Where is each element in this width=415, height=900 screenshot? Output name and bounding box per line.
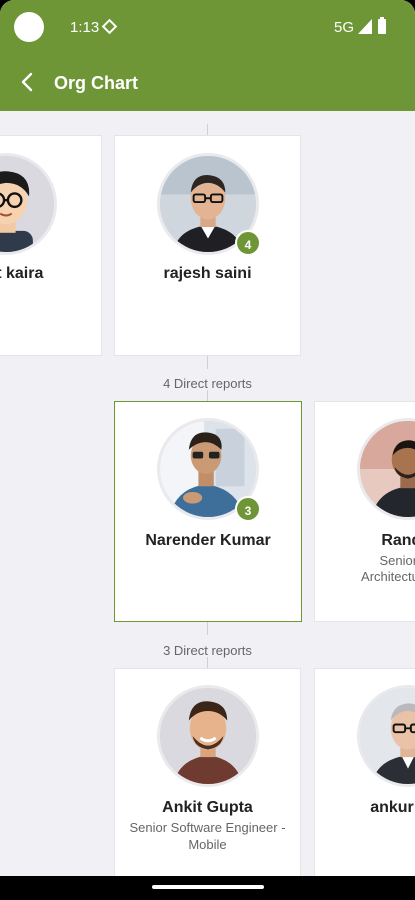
direct-reports-badge: 3 (235, 496, 261, 522)
connector-line (207, 621, 208, 635)
direct-reports-label: 4 Direct reports (163, 376, 252, 391)
employee-role: Senior Software Engineer - Mobile (129, 820, 286, 852)
employee-role: Architecture & S (361, 569, 415, 584)
cartoon-avatar-image (0, 156, 54, 252)
employee-card-ankur-kha[interactable]: ankur kha (314, 668, 415, 889)
status-time: 1:13 (70, 19, 100, 36)
network-type: 5G (334, 19, 355, 36)
profile-photo-image (360, 688, 415, 784)
direct-reports-badge: 4 (235, 230, 261, 256)
home-gesture-handle[interactable] (152, 885, 264, 889)
system-nav-bar (0, 876, 415, 900)
avatar (0, 153, 57, 255)
screen: 1:13 5G Org Chart kaira 4 rajesh saini 4… (0, 0, 415, 900)
employee-name: ankur kha (370, 799, 415, 816)
avatar (357, 685, 415, 787)
employee-card-randal[interactable]: Randal Senior So Architecture & S (314, 401, 415, 622)
employee-card-kant-kaira[interactable]: kant kaira (0, 135, 102, 356)
camera-cutout (14, 12, 44, 42)
employee-name: kant kaira (0, 265, 44, 282)
status-bar: 1:13 5G (0, 0, 415, 56)
connector-line (207, 355, 208, 369)
employee-card-ankit-gupta[interactable]: Ankit Gupta Senior Software Engineer - M… (114, 668, 301, 889)
avatar (156, 685, 259, 787)
profile-photo-image (159, 688, 256, 784)
employee-name: Ankit Gupta (162, 799, 253, 816)
app-bar: Org Chart (0, 56, 415, 111)
profile-photo-image (360, 421, 415, 517)
employee-card-narender-kumar[interactable]: 3 Narender Kumar (114, 401, 302, 622)
notification-icon (101, 18, 118, 35)
direct-reports-label: 3 Direct reports (163, 643, 252, 658)
employee-name: Randal (381, 532, 415, 549)
signal-icon (358, 19, 372, 34)
battery-icon (378, 17, 386, 34)
back-arrow-icon[interactable] (14, 68, 42, 96)
page-title: Org Chart (54, 73, 139, 93)
top-bar: 1:13 5G Org Chart (0, 0, 415, 111)
avatar (357, 418, 415, 520)
employee-role: Senior So (379, 553, 415, 568)
employee-name: rajesh saini (163, 265, 252, 282)
employee-name: Narender Kumar (145, 532, 271, 549)
employee-card-rajesh-saini[interactable]: 4 rajesh saini (114, 135, 301, 356)
